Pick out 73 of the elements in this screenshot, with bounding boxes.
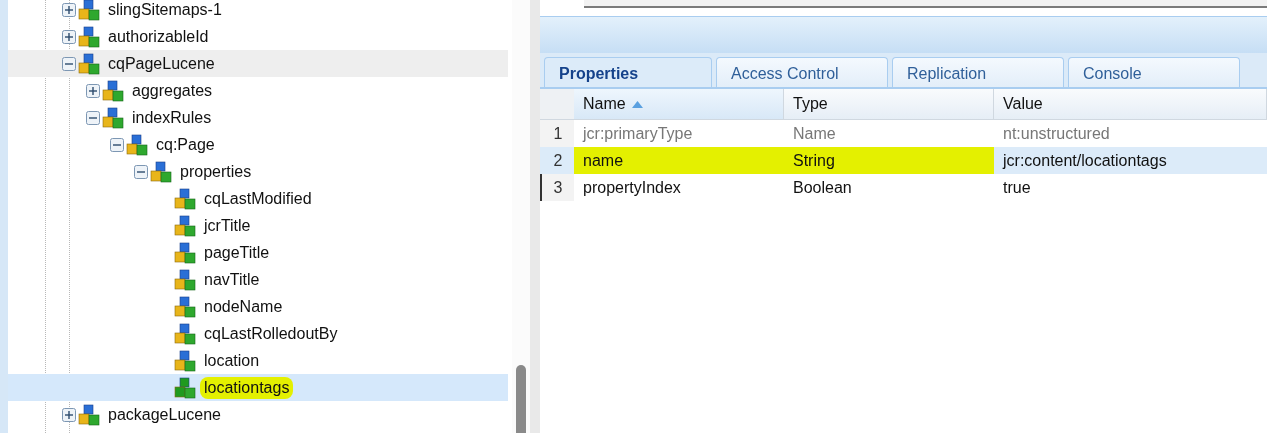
expand-icon[interactable] — [62, 29, 76, 44]
node-label: packageLucene — [107, 404, 222, 425]
node-label: location — [203, 350, 261, 371]
tree-item[interactable]: pageTitle — [8, 239, 508, 266]
collapse-icon[interactable] — [110, 137, 124, 152]
tree-item[interactable]: aggregates — [8, 77, 508, 104]
tree-item[interactable]: nodeName — [8, 293, 508, 320]
tree-item[interactable]: cqPageLucene — [8, 50, 508, 77]
node-label: navTitle — [203, 269, 261, 290]
expand-icon[interactable] — [62, 2, 76, 17]
tree-item[interactable]: cqLastRolledoutBy — [8, 320, 508, 347]
row-number: 1 — [540, 120, 574, 147]
node-label: jcrTitle — [202, 215, 252, 236]
table-cell[interactable]: jcr:content/locationtags — [994, 147, 1267, 174]
cubes-icon — [174, 376, 196, 399]
tree-item[interactable]: properties — [8, 158, 508, 185]
node-label: authorizableId — [107, 26, 210, 47]
node-label: locationtags — [200, 376, 294, 399]
cubes-icon — [174, 241, 196, 264]
tab[interactable]: Properties — [544, 57, 712, 87]
node-label: cqLastModified — [203, 188, 313, 209]
table-cell[interactable]: String — [784, 147, 994, 174]
cubes-icon — [174, 214, 196, 237]
cubes-icon — [78, 403, 100, 426]
node-label: aggregates — [131, 80, 214, 101]
column-header[interactable]: Name — [574, 89, 784, 120]
column-header[interactable]: Type — [784, 89, 994, 120]
cubes-icon — [174, 295, 196, 318]
tree-item[interactable]: navTitle — [8, 266, 508, 293]
table-cell[interactable]: name — [574, 147, 784, 174]
column-header[interactable]: Value — [994, 89, 1267, 120]
sort-ascending-icon — [631, 100, 643, 108]
expand-icon[interactable] — [62, 407, 76, 422]
tree-item[interactable]: indexRules — [8, 104, 508, 131]
collapse-icon[interactable] — [86, 110, 100, 125]
cubes-icon — [174, 187, 196, 210]
tab[interactable]: Console — [1068, 57, 1240, 87]
tree-item[interactable]: locationtags — [8, 374, 508, 401]
tree-item[interactable]: slingSitemaps-1 — [8, 0, 508, 23]
cubes-icon — [78, 52, 100, 75]
cubes-icon — [126, 133, 148, 156]
expand-icon[interactable] — [86, 83, 100, 98]
tree-item[interactable]: jcrTitle — [8, 212, 508, 239]
node-label: cqLastRolledoutBy — [203, 323, 339, 344]
row-number: 3 — [540, 174, 574, 201]
node-label: indexRules — [131, 107, 213, 128]
scrollbar[interactable] — [512, 0, 530, 433]
cubes-icon — [174, 322, 196, 345]
node-label: nodeName — [203, 296, 284, 317]
node-label: properties — [179, 161, 253, 182]
tab[interactable]: Access Control — [716, 57, 888, 87]
tab[interactable]: Replication — [892, 57, 1064, 87]
path-field[interactable] — [584, 0, 1267, 8]
cubes-icon — [150, 160, 172, 183]
tree-item[interactable]: cq:Page — [8, 131, 508, 158]
collapse-icon[interactable] — [134, 164, 148, 179]
cubes-icon — [102, 79, 124, 102]
row-number: 2 — [540, 147, 574, 174]
node-label: slingSitemaps-1 — [107, 0, 223, 20]
tree-item[interactable]: location — [8, 347, 508, 374]
tree-item[interactable]: cqLastModified — [8, 185, 508, 212]
cubes-icon — [102, 106, 124, 129]
node-label: pageTitle — [203, 242, 271, 263]
header-corner — [540, 89, 574, 120]
node-label: cqPageLucene — [107, 53, 216, 74]
tree-item[interactable]: packageLucene — [8, 401, 508, 428]
node-label: cq:Page — [155, 134, 216, 155]
cubes-icon — [78, 25, 100, 48]
cubes-icon — [174, 268, 196, 291]
tree-item[interactable]: authorizableId — [8, 23, 508, 50]
collapse-icon[interactable] — [62, 56, 76, 71]
cubes-icon — [174, 349, 196, 372]
cubes-icon — [78, 0, 100, 21]
